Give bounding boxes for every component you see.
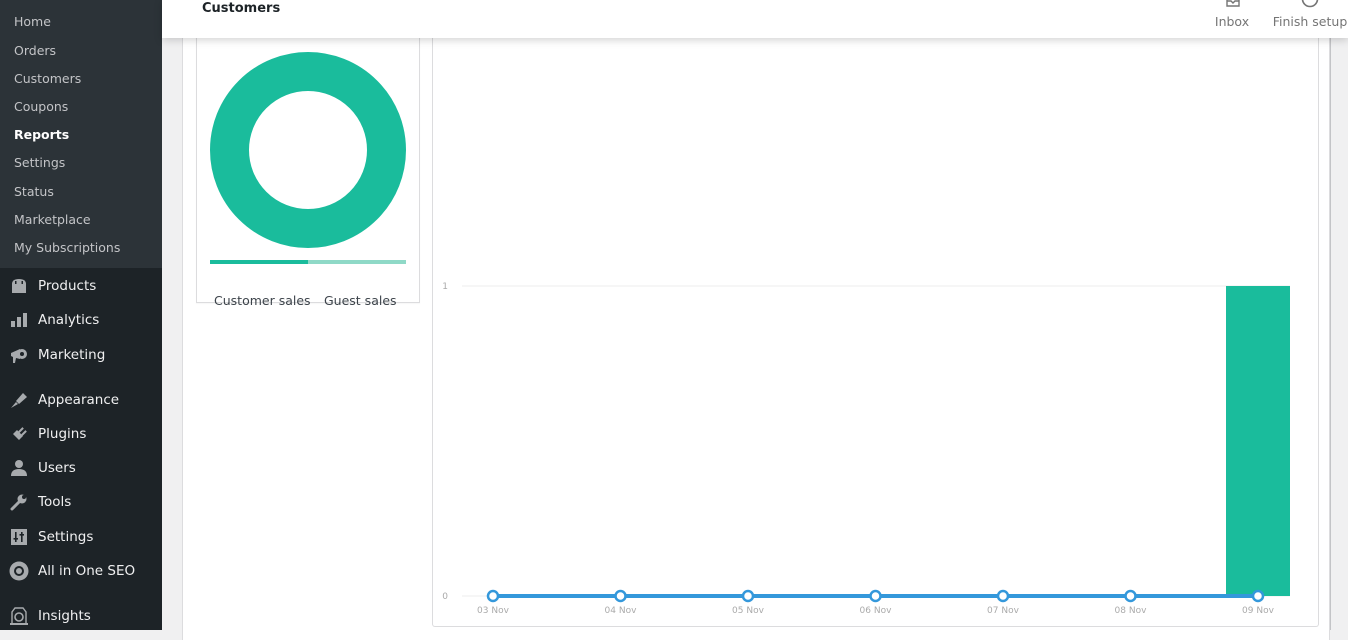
sidebar-item-plugins[interactable]: Plugins	[0, 420, 162, 448]
sidebar-item-label: Settings	[38, 529, 94, 545]
line-point-09-nov[interactable]	[1251, 589, 1265, 603]
sidebar-item-label: Plugins	[38, 426, 87, 442]
submenu-item-my-subscriptions[interactable]: My Subscriptions	[14, 240, 120, 256]
donut-slice-customer-sales[interactable]	[210, 52, 406, 248]
sales-donut-chart	[210, 52, 406, 264]
x-tick-label: 07 Nov	[987, 606, 1020, 616]
sidebar-item-appearance[interactable]: Appearance	[0, 386, 162, 414]
wrench-icon	[9, 492, 29, 512]
x-tick-label: 04 Nov	[605, 606, 638, 616]
sidebar-item-label: Tools	[38, 494, 72, 510]
legend-customer-sales: Customer sales	[214, 293, 311, 308]
x-tick-label: 09 Nov	[1242, 606, 1275, 616]
submenu-item-coupons[interactable]: Coupons	[14, 99, 68, 115]
sidebar-item-analytics[interactable]: Analytics	[0, 306, 162, 334]
x-tick-label: 05 Nov	[732, 606, 765, 616]
submenu-item-customers[interactable]: Customers	[14, 71, 81, 87]
sales-breakdown-panel: Customer sales Guest sales	[196, 20, 420, 308]
submenu-item-marketplace[interactable]: Marketplace	[14, 212, 91, 228]
finish-setup-label: Finish setup	[1272, 14, 1348, 29]
inbox-button[interactable]: Inbox	[1210, 0, 1254, 38]
settings-sliders-icon	[9, 527, 29, 547]
top-header-bar: Customers Inbox Finish setup	[162, 0, 1348, 38]
bar-09-nov[interactable]	[1226, 286, 1290, 596]
submenu-item-status[interactable]: Status	[14, 184, 54, 200]
line-point-06-nov[interactable]	[869, 589, 882, 603]
inbox-label: Inbox	[1214, 14, 1250, 29]
sidebar-item-users[interactable]: Users	[0, 454, 162, 482]
page-title: Customers	[202, 1, 281, 16]
paintbrush-icon	[9, 390, 29, 410]
scrollbar-track[interactable]	[1330, 38, 1348, 630]
line-point-08-nov[interactable]	[1124, 589, 1137, 603]
aioseo-icon	[9, 561, 29, 581]
submenu-item-home[interactable]: Home	[14, 14, 51, 30]
line-point-04-nov[interactable]	[614, 589, 627, 603]
sidebar-item-label: Products	[38, 278, 97, 294]
admin-sidebar: Home Orders Customers Coupons Reports Setting…	[0, 0, 162, 630]
sidebar-item-label: Marketing	[38, 347, 106, 363]
sidebar-item-tools[interactable]: Tools	[0, 488, 162, 516]
submenu-item-settings[interactable]: Settings	[14, 155, 65, 171]
finish-setup-button[interactable]: Finish setup	[1272, 0, 1348, 38]
line-point-05-nov[interactable]	[741, 589, 755, 603]
megaphone-icon	[9, 345, 29, 365]
sidebar-item-label: Analytics	[38, 312, 100, 328]
legend-guest-sales: Guest sales	[324, 293, 397, 308]
sidebar-item-marketing[interactable]: Marketing	[0, 341, 162, 369]
analytics-icon	[9, 310, 29, 330]
sidebar-item-all-in-one-seo[interactable]: All in One SEO	[0, 557, 162, 585]
sales-bar-chart: 0 1 03 Nov 04 Nov 05 Nov 06 Nov 07 Nov 08 Nov 09…	[442, 282, 1290, 616]
sales-chart-panel: 0 1 03 Nov 04 Nov 05 Nov 06 Nov 07 Nov 08 Nov 09…	[432, 20, 1319, 627]
sidebar-item-products[interactable]: Products	[0, 272, 162, 300]
sidebar-item-label: Users	[38, 460, 76, 476]
sidebar-item-insights[interactable]: Insights	[0, 602, 162, 630]
user-icon	[9, 458, 29, 478]
y-tick-label: 1	[442, 282, 448, 292]
line-point-07-nov[interactable]	[996, 589, 1010, 603]
sidebar-item-settings[interactable]: Settings	[0, 523, 162, 551]
progress-circle-icon	[1301, 0, 1319, 8]
legend-swatch-customer-sales	[210, 260, 308, 264]
x-tick-label: 06 Nov	[860, 606, 893, 616]
insights-icon	[9, 606, 29, 626]
y-tick-label: 0	[442, 592, 448, 602]
plugin-icon	[9, 424, 29, 444]
legend-swatch-guest-sales	[308, 260, 406, 264]
sidebar-item-label: Appearance	[38, 392, 120, 408]
x-tick-label: 03 Nov	[477, 606, 510, 616]
submenu-item-reports[interactable]: Reports	[14, 127, 69, 143]
sidebar-item-label: All in One SEO	[38, 563, 136, 579]
x-tick-label: 08 Nov	[1115, 606, 1148, 616]
products-icon	[9, 276, 29, 296]
submenu-item-orders[interactable]: Orders	[14, 43, 56, 59]
sidebar-item-label: Insights	[38, 608, 91, 624]
inbox-icon	[1226, 0, 1240, 7]
woocommerce-submenu: Home Orders Customers Coupons Reports Setting…	[0, 0, 162, 268]
line-point-03-nov[interactable]	[486, 589, 500, 603]
